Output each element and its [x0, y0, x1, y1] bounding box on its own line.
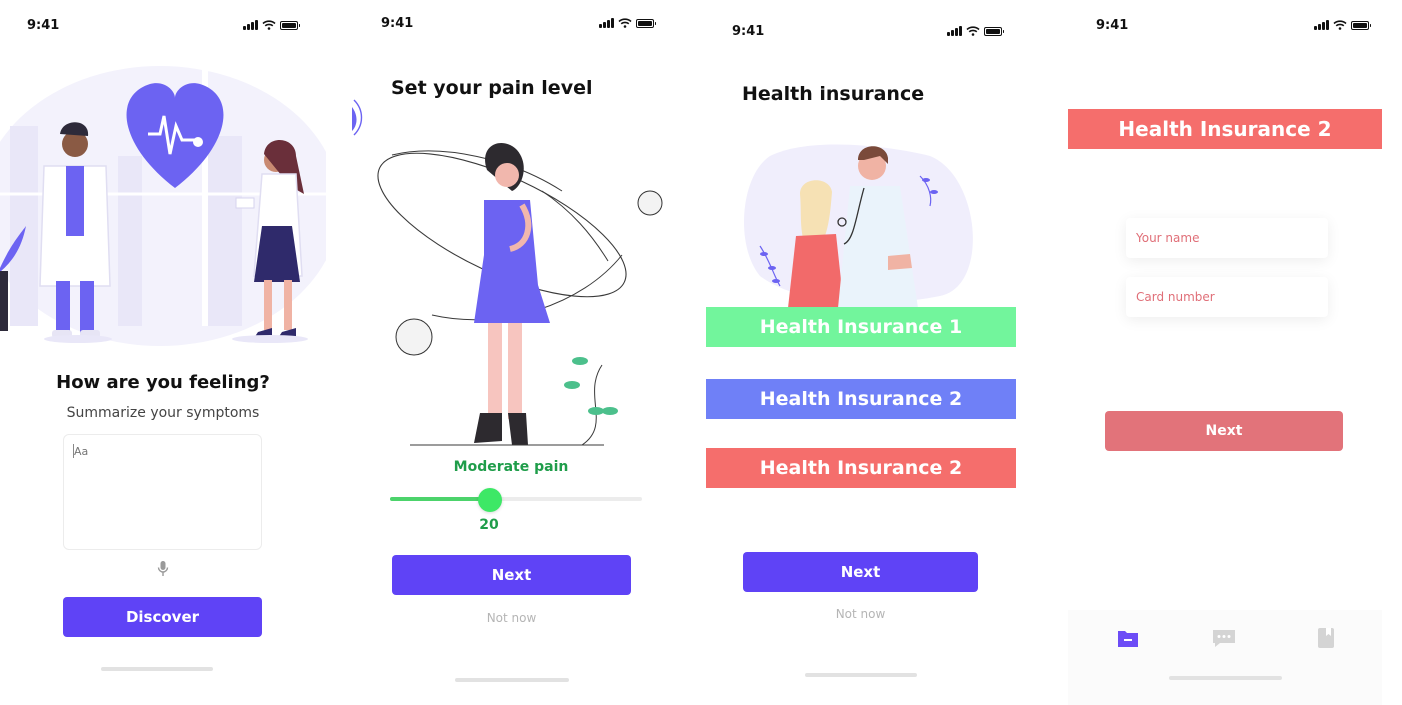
next-button[interactable]: Next [392, 555, 631, 595]
battery-icon [1351, 20, 1371, 30]
pain-value: 20 [479, 517, 499, 533]
bookmark-icon [1318, 628, 1334, 648]
discover-button[interactable]: Discover [63, 597, 262, 637]
tab-chat[interactable] [1212, 626, 1236, 650]
status-icons [947, 26, 1004, 36]
page-title: Health insurance [742, 83, 925, 105]
insurance-option-1[interactable]: Health Insurance 1 [706, 307, 1016, 347]
text-cursor [73, 444, 74, 458]
pain-slider-thumb[interactable] [478, 488, 502, 512]
doctor-patient-illustration [743, 144, 973, 308]
not-now-link[interactable]: Not now [743, 607, 978, 621]
wifi-icon [1333, 20, 1347, 30]
woman-thinking-illustration [352, 99, 663, 446]
status-time: 9:41 [381, 16, 414, 31]
microphone-icon[interactable] [156, 560, 170, 578]
battery-icon [636, 18, 656, 28]
pain-level-label: Moderate pain [453, 459, 569, 475]
chat-icon [1213, 630, 1235, 647]
home-indicator [805, 673, 917, 677]
signal-icon [947, 26, 962, 36]
tab-bookmark[interactable] [1314, 626, 1338, 650]
symptom-input[interactable] [63, 434, 262, 550]
insurance-option-2[interactable]: Health Insurance 2 [706, 379, 1016, 419]
status-time: 9:41 [1096, 18, 1129, 33]
home-indicator [1169, 676, 1282, 680]
pain-level-screen: 9:41 Set your pain level Moderate pain 2… [352, 0, 670, 705]
page-subtitle: Summarize your symptoms [66, 405, 260, 421]
page-title: How are you feeling? [56, 372, 270, 393]
signal-icon [1314, 20, 1329, 30]
battery-icon [280, 20, 300, 30]
pain-slider-fill [390, 497, 491, 501]
not-now-link[interactable]: Not now [392, 611, 631, 625]
status-icons [599, 18, 656, 28]
insurance-form-screen: 9:41 Health Insurance 2 Next [1066, 0, 1384, 705]
symptom-screen: 9:41 How are you feeling? Summarize your… [0, 0, 330, 705]
doctors-illustration [0, 56, 326, 346]
name-field[interactable] [1126, 218, 1328, 258]
home-indicator [455, 678, 569, 682]
signal-icon [243, 20, 258, 30]
pain-slider-track[interactable] [390, 497, 642, 501]
folder-icon [1118, 631, 1138, 647]
bottom-tab-bar [1068, 610, 1382, 705]
tab-folder[interactable] [1116, 626, 1140, 650]
signal-icon [599, 18, 614, 28]
status-icons [243, 20, 300, 30]
insurance-option-3[interactable]: Health Insurance 2 [706, 448, 1016, 488]
selected-insurance-banner: Health Insurance 2 [1068, 109, 1382, 149]
next-button[interactable]: Next [1105, 411, 1343, 451]
next-button[interactable]: Next [743, 552, 978, 592]
battery-icon [984, 26, 1004, 36]
insurance-select-screen: 9:41 Health insurance Health Insurance 1… [700, 0, 1030, 705]
home-indicator [101, 667, 213, 671]
card-number-field[interactable] [1126, 277, 1328, 317]
status-icons [1314, 20, 1371, 30]
wifi-icon [966, 26, 980, 36]
wifi-icon [618, 18, 632, 28]
status-time: 9:41 [732, 24, 765, 39]
status-time: 9:41 [27, 18, 60, 33]
wifi-icon [262, 20, 276, 30]
